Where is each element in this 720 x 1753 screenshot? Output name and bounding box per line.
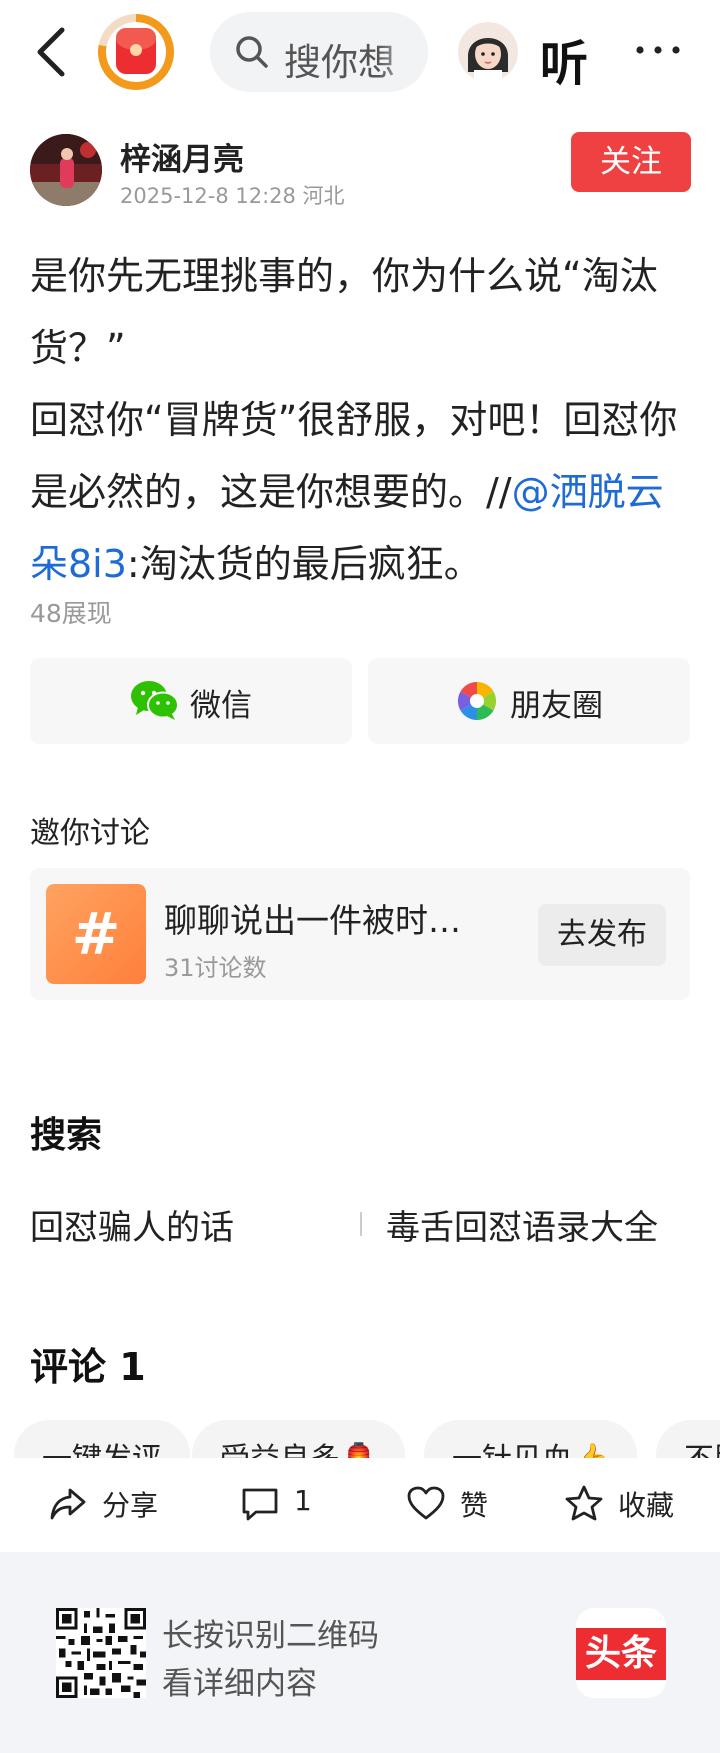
topic-title: 聊聊说出一件被时…	[164, 901, 461, 940]
red-packet-coin	[130, 44, 142, 56]
search-suggestion[interactable]: 毒舌回怼语录大全	[386, 1200, 658, 1249]
comment-count: 1	[294, 1484, 312, 1517]
listen-button[interactable]: 听	[540, 24, 588, 94]
share-label: 分享	[102, 1489, 159, 1522]
quick-comment-chip[interactable]: 不服	[656, 1420, 720, 1458]
qr-hint-line2: 看详细内容	[162, 1666, 317, 1702]
search-icon	[236, 36, 268, 68]
more-dots-icon[interactable]	[632, 30, 684, 70]
post-body: 是你先无理挑事的，你为什么说“淘汰货？” 回怼你“冒牌货”很舒服，对吧！回怼你是…	[30, 240, 692, 600]
search-section-title: 搜索	[30, 1115, 103, 1156]
share-moments-button[interactable]: 朋友圈	[368, 658, 690, 744]
post-text-line1: 是你先无理挑事的，你为什么说“淘汰货？”	[30, 254, 658, 370]
author-name[interactable]: 梓涵月亮	[120, 134, 244, 179]
action-bar: 分享 1 赞 收藏	[0, 1458, 720, 1552]
post-text-quote: :淘汰货的最后疯狂。	[126, 542, 482, 586]
favorite-label: 收藏	[618, 1489, 675, 1522]
post-meta: 2025-12-8 12:28 河北	[120, 184, 345, 208]
invite-section-title: 邀你讨论	[30, 816, 150, 851]
qr-hint-line1: 长按识别二维码	[162, 1618, 379, 1654]
qr-code-icon[interactable]	[56, 1608, 146, 1698]
user-avatar[interactable]	[458, 22, 518, 82]
quick-comment-chip[interactable]: 一针见血👍	[424, 1420, 638, 1458]
top-bar: 搜你想 听	[0, 0, 720, 110]
star-icon	[565, 1485, 603, 1521]
quick-comment-chip[interactable]: 受益良多🏮	[192, 1420, 406, 1458]
wechat-icon	[131, 681, 179, 720]
favorite-button[interactable]: 收藏	[564, 1480, 694, 1530]
topic-card[interactable]: # 聊聊说出一件被时… 31讨论数 去发布	[30, 868, 690, 1000]
footer-qr-panel: 长按识别二维码 看详细内容 头条	[0, 1552, 720, 1753]
follow-button[interactable]: 关注	[571, 132, 691, 192]
toutiao-logo-text: 头条	[576, 1628, 666, 1680]
comments-title: 评论 1	[30, 1345, 146, 1389]
author-avatar[interactable]	[30, 134, 102, 206]
publish-button[interactable]: 去发布	[538, 904, 666, 966]
view-count: 48展现	[30, 599, 112, 628]
comment-bubble-icon	[242, 1488, 278, 1521]
share-wechat-button[interactable]: 微信	[30, 658, 352, 744]
chevron-left-icon[interactable]	[28, 22, 78, 82]
wechat-label: 微信	[190, 688, 252, 724]
share-button[interactable]: 分享	[48, 1480, 168, 1530]
red-packet-icon[interactable]	[98, 14, 174, 90]
like-label: 赞	[460, 1489, 489, 1522]
like-button[interactable]: 赞	[406, 1480, 506, 1530]
red-packet-envelope	[116, 28, 156, 74]
search-input[interactable]: 搜你想	[210, 12, 428, 92]
moments-label: 朋友圈	[510, 688, 603, 724]
comment-button[interactable]: 1	[240, 1480, 330, 1530]
share-arrow-icon	[50, 1488, 86, 1520]
heart-icon	[407, 1486, 445, 1520]
search-fade	[378, 12, 428, 92]
search-suggestion[interactable]: 回怼骗人的话	[30, 1200, 234, 1249]
hashtag-icon: #	[46, 884, 146, 984]
quick-comment-chip[interactable]: 一键发评	[14, 1420, 190, 1458]
toutiao-logo: 头条	[576, 1608, 666, 1698]
quick-comment-chips: 一键发评 受益良多🏮 一针见血👍 不服	[0, 1420, 720, 1458]
suggestion-divider	[360, 1212, 362, 1236]
topic-count: 31讨论数	[164, 954, 267, 982]
moments-aperture-icon	[457, 681, 497, 721]
